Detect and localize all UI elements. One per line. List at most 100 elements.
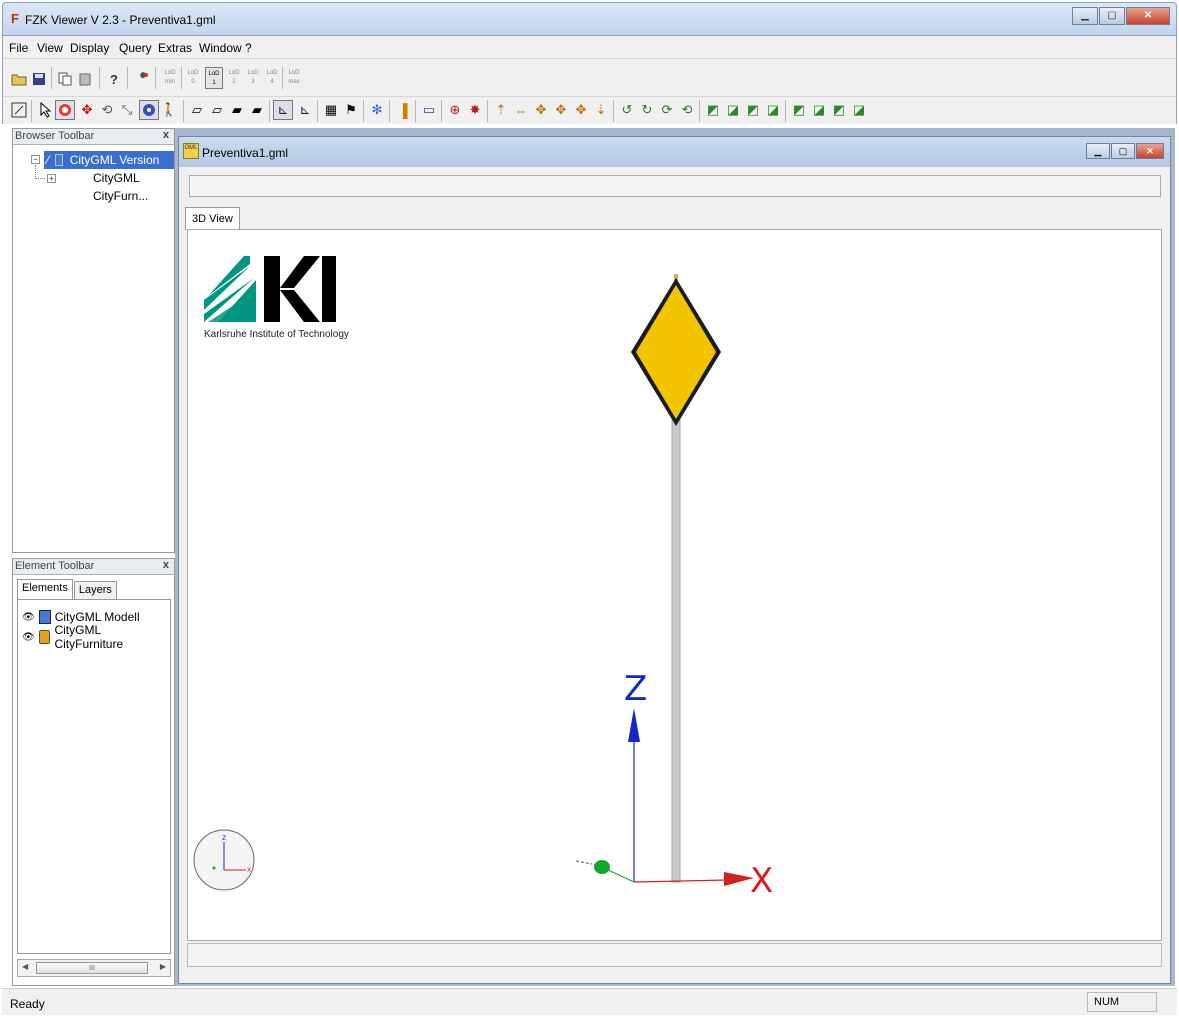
examine-icon[interactable] [139, 100, 159, 120]
scroll-thumb[interactable]: III [36, 962, 148, 974]
eye-icon[interactable]: 👁 [22, 632, 35, 643]
lod-3-button[interactable]: LoD 3 [244, 67, 262, 89]
document-minimize-button[interactable]: ▁ [1086, 143, 1110, 159]
eye-icon[interactable]: 👁 [22, 612, 35, 623]
toolbar-separator [415, 100, 416, 122]
document-title-bar[interactable]: GML Preventiva1.gml ▁ ▢ ✕ [179, 137, 1170, 167]
rotate-c-icon[interactable]: ⟳ [657, 100, 677, 120]
explode-icon[interactable]: ✸ [465, 100, 485, 120]
rotate-a-icon[interactable]: ↺ [617, 100, 637, 120]
pointer-icon[interactable] [35, 100, 55, 120]
lod-min-button[interactable]: LoD min [161, 67, 179, 89]
view-2-icon[interactable]: ◪ [723, 100, 743, 120]
x-axis-label: X [750, 861, 773, 901]
tree-label: CityGML CityFurn... [93, 171, 149, 203]
view-7-icon[interactable]: ◩ [829, 100, 849, 120]
cube-view-top-icon[interactable]: ▰ [227, 100, 247, 120]
cube-view-iso-icon[interactable]: ▰ [247, 100, 267, 120]
browser-toolbar-header: Browser Toolbar x [13, 129, 174, 145]
view-3-icon[interactable]: ◩ [743, 100, 763, 120]
view-8-icon[interactable]: ◪ [849, 100, 869, 120]
view-6-icon[interactable]: ◪ [809, 100, 829, 120]
walk-icon[interactable]: 🚶 [159, 100, 179, 120]
tree-item-cityfurniture[interactable]: CityGML CityFurn... [93, 169, 174, 203]
cityfurniture-icon [38, 630, 51, 644]
toolbar-separator [31, 100, 32, 122]
mini-x-label: X [247, 867, 251, 874]
3d-viewport[interactable]: Karlsruhe Institute of Technology Z X Z … [187, 229, 1162, 941]
measure-icon[interactable]: ▭ [419, 100, 439, 120]
rotate-d-icon[interactable]: ⟲ [677, 100, 697, 120]
menu-view[interactable]: View [37, 41, 63, 55]
center-icon[interactable]: ⊕ [445, 100, 465, 120]
color-icon[interactable]: ▐ [393, 100, 413, 120]
orbit-icon[interactable]: ⟲ [97, 100, 117, 120]
document-info-bar[interactable] [189, 175, 1161, 197]
tab-elements[interactable]: Elements [17, 579, 73, 599]
scroll-right-icon[interactable]: ▶ [160, 962, 166, 971]
move-down-icon[interactable]: ⇣ [591, 100, 611, 120]
tree-item-citygml-version[interactable]: ⁄ CityGML Version 2.0 [44, 151, 174, 185]
menu-file[interactable]: File [9, 41, 28, 55]
cube-view-side-icon[interactable]: ▱ [207, 100, 227, 120]
scroll-left-icon[interactable]: ◀ [22, 962, 28, 971]
menu-bar: File View Display Query Extras Window ? [2, 36, 1177, 58]
zoom-region-icon[interactable]: ⤡ [117, 100, 137, 120]
status-text: Ready [10, 997, 45, 1011]
move-lr-icon[interactable]: ⇔ [511, 100, 531, 120]
tab-3d-view[interactable]: 3D View [185, 207, 240, 230]
horizontal-scrollbar[interactable]: ◀ III ▶ [17, 959, 171, 977]
fit-view-icon[interactable] [9, 100, 29, 120]
copy-icon[interactable] [55, 69, 75, 89]
lod-max-button[interactable]: LoD max [285, 67, 303, 89]
minimize-button[interactable]: ▁ [1072, 7, 1098, 25]
tree-collapse-icon[interactable]: − [31, 155, 40, 164]
save-icon[interactable] [29, 69, 49, 89]
browser-toolbar-close-button[interactable]: x [163, 129, 169, 141]
y-axis-arrow [594, 860, 610, 874]
lod-2-button[interactable]: LoD 2 [225, 67, 243, 89]
axes-small-icon[interactable]: ⊾ [295, 100, 315, 120]
view-5-icon[interactable]: ◩ [789, 100, 809, 120]
lod-4-button[interactable]: LoD 4 [263, 67, 281, 89]
move-all-icon[interactable]: ✥ [531, 100, 551, 120]
close-button[interactable]: ✕ [1126, 7, 1170, 25]
cube-view-front-icon[interactable]: ▱ [187, 100, 207, 120]
lod-0-button[interactable]: LoD 0 [184, 67, 202, 89]
move-icon[interactable]: ✥ [77, 100, 97, 120]
move-up-icon[interactable]: ⇡ [491, 100, 511, 120]
menu-query[interactable]: Query [119, 41, 152, 55]
toolbar-separator [785, 100, 786, 122]
tree-expand-icon[interactable]: + [47, 174, 56, 183]
maximize-button[interactable]: ▢ [1099, 7, 1125, 25]
move-all2-icon[interactable]: ✥ [551, 100, 571, 120]
paste-icon[interactable] [75, 69, 95, 89]
lod-1-button[interactable]: LoD 1 [205, 67, 223, 89]
rotate-icon[interactable] [55, 100, 75, 120]
move-all3-icon[interactable]: ✥ [571, 100, 591, 120]
grid-icon[interactable]: ▦ [321, 100, 341, 120]
window-title-bar[interactable]: F FZK Viewer V 2.3 - Preventiva1.gml ▁ ▢… [2, 2, 1177, 36]
flag-icon[interactable]: ⚑ [341, 100, 361, 120]
view-1-icon[interactable]: ◩ [703, 100, 723, 120]
window-title: FZK Viewer V 2.3 - Preventiva1.gml [25, 13, 216, 27]
wrench-icon[interactable] [132, 69, 152, 89]
axes-toggle-icon[interactable]: ⊾ [273, 100, 293, 120]
list-item-citygml-cityfurniture[interactable]: 👁 CityGML CityFurniture [22, 623, 170, 651]
view-4-icon[interactable]: ◪ [763, 100, 783, 120]
document-restore-button[interactable]: ▢ [1111, 143, 1135, 159]
tab-layers[interactable]: Layers [73, 581, 117, 599]
menu-window[interactable]: Window [199, 41, 242, 55]
menu-extras[interactable]: Extras [158, 41, 192, 55]
help-icon[interactable]: ? [104, 69, 124, 89]
open-folder-icon[interactable] [9, 69, 29, 89]
toolbar-separator [699, 100, 700, 122]
app-icon: F [11, 11, 19, 26]
menu-help[interactable]: ? [245, 41, 252, 55]
document-close-button[interactable]: ✕ [1136, 143, 1164, 159]
menu-display[interactable]: Display [70, 41, 109, 55]
light-icon[interactable]: ✻ [367, 100, 387, 120]
element-toolbar-title: Element Toolbar [15, 560, 95, 572]
element-toolbar-close-button[interactable]: x [163, 559, 169, 571]
rotate-b-icon[interactable]: ↻ [637, 100, 657, 120]
